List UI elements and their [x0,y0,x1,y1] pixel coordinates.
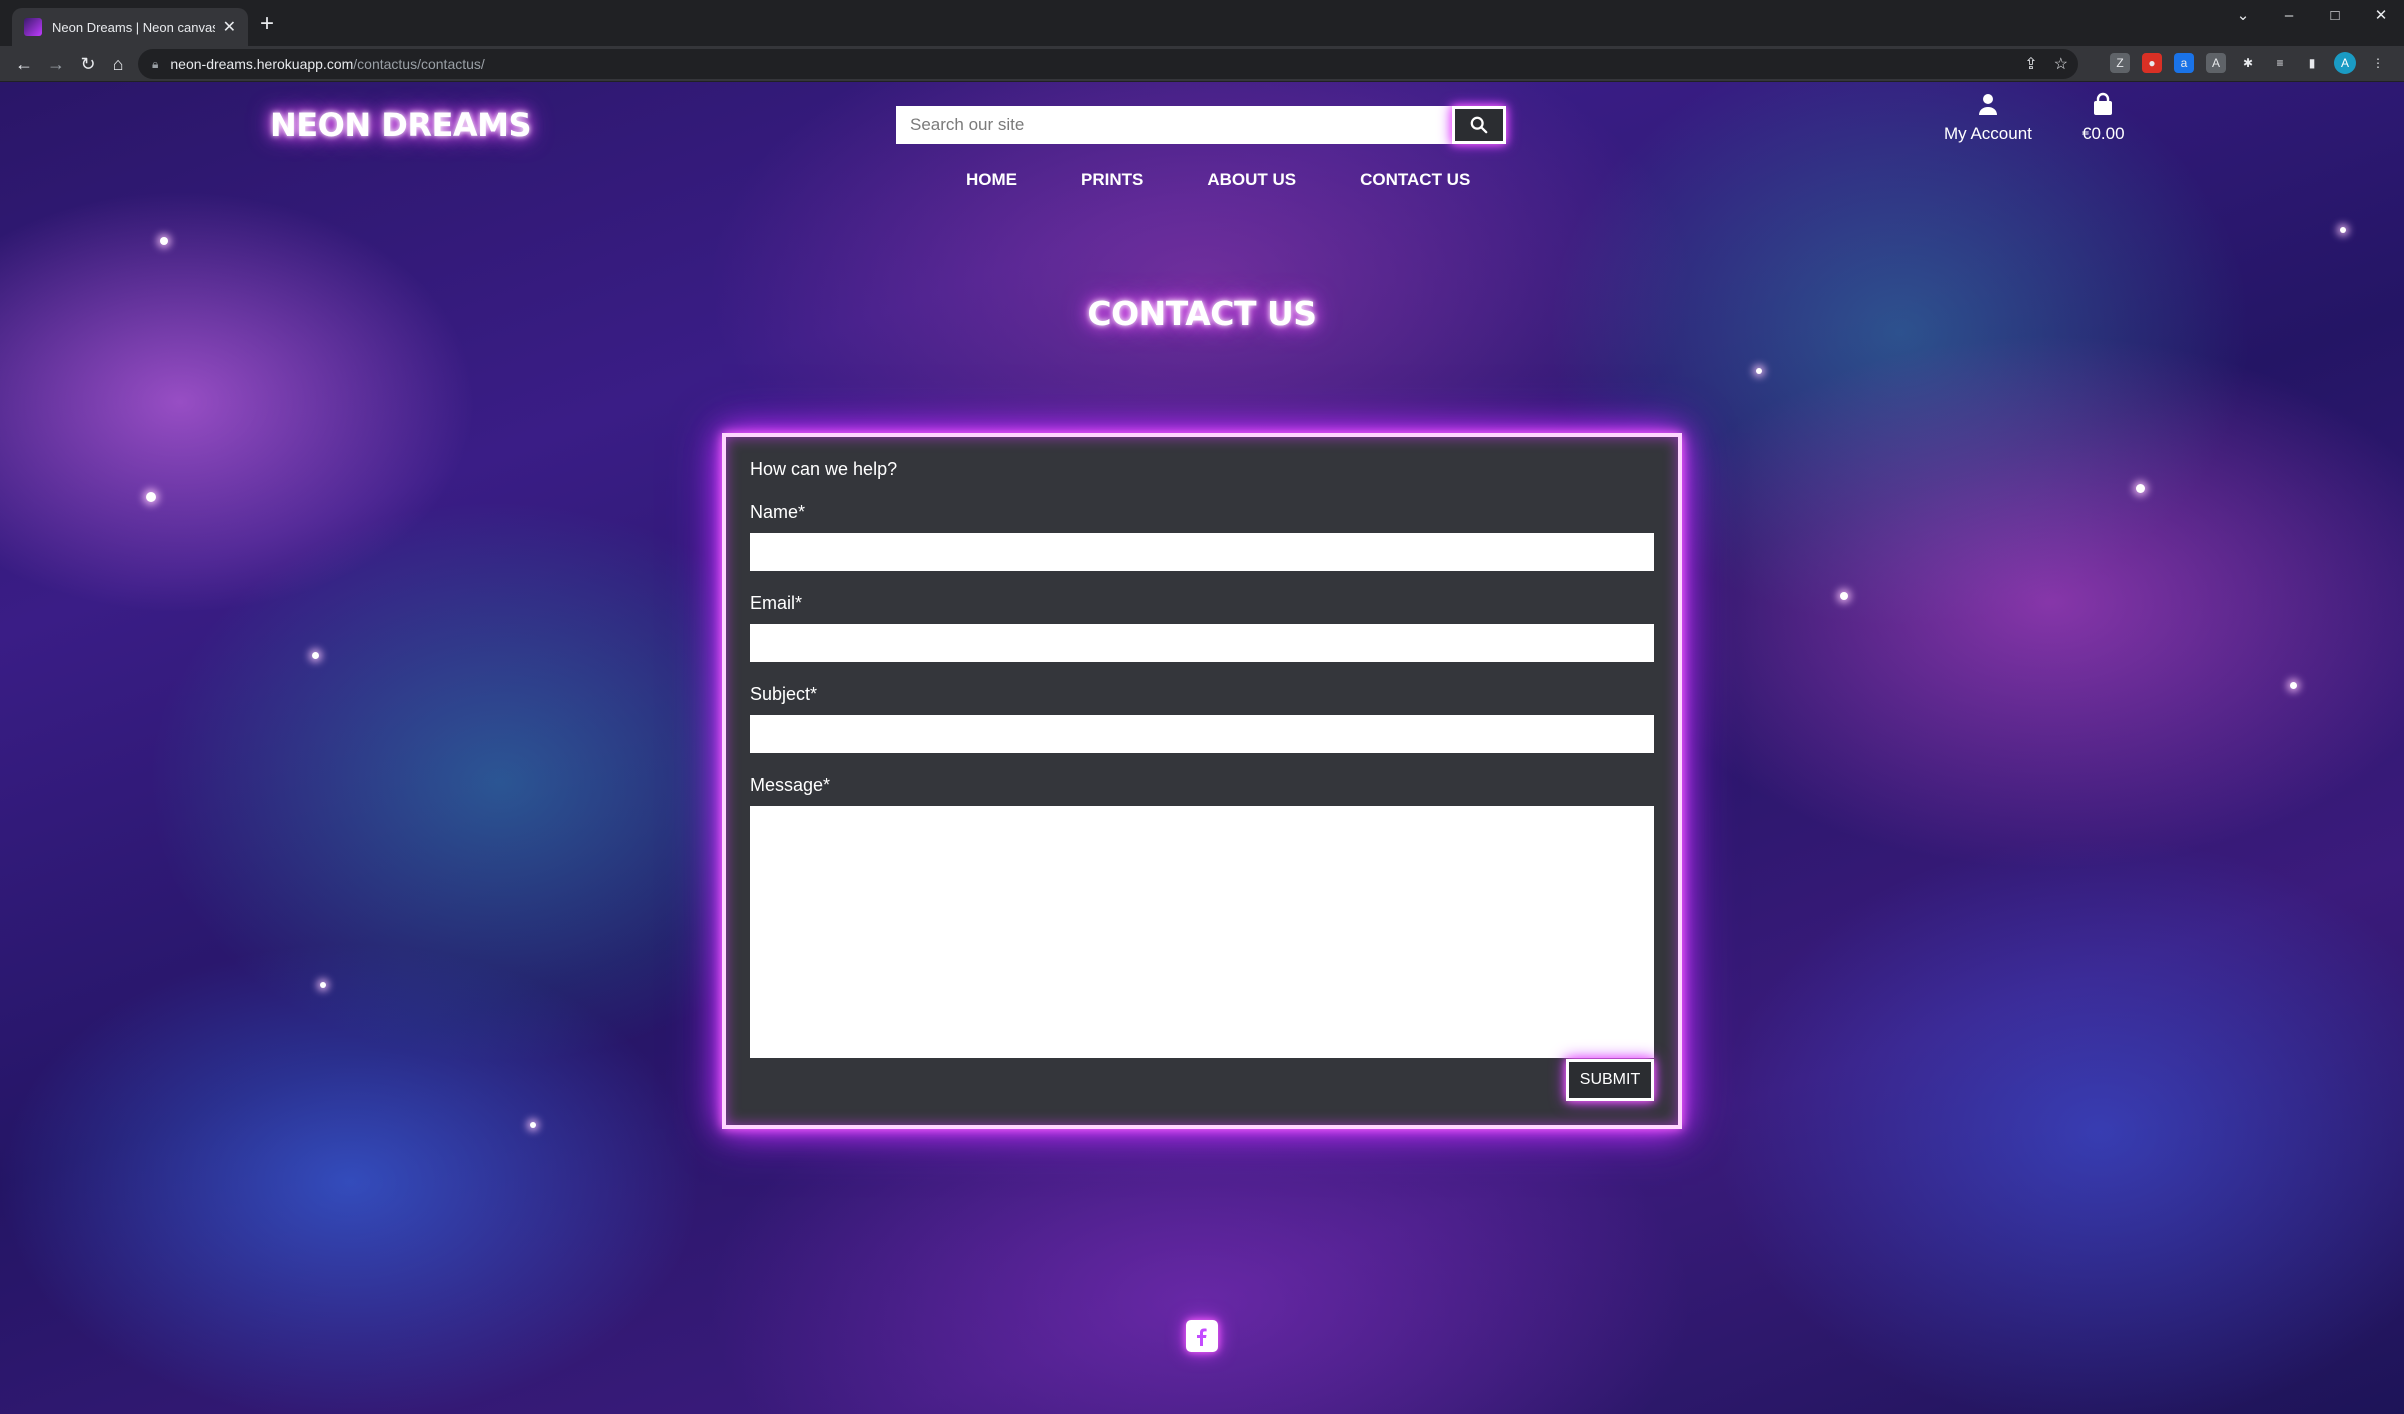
site-favicon-icon [24,18,42,36]
page-viewport: NEON DREAMS My Account €0.00 HOME PRINTS… [0,82,2404,1414]
email-field[interactable] [750,624,1654,662]
browser-toolbar: ← → ↻ ⌂ 🔒︎ neon-dreams.herokuapp.com /co… [0,46,2404,82]
extension-grey-icon[interactable]: A [2206,53,2226,73]
tab-title: Neon Dreams | Neon canvas prin [52,19,215,35]
lock-icon[interactable]: 🔒︎ [152,57,158,72]
extensions-bar: Z ● a A ✱ ≡ ▮ A ⋮ [2110,52,2388,74]
reload-icon[interactable]: ↻ [74,50,102,78]
site-search [896,106,1506,144]
message-field[interactable] [750,806,1654,1058]
star-decoration [1840,592,1848,600]
star-decoration [160,237,168,245]
bookmark-star-icon[interactable]: ☆ [2054,54,2068,74]
user-icon [1978,94,1997,115]
facebook-link[interactable] [1186,1320,1218,1352]
star-decoration [2340,227,2346,233]
minimize-icon[interactable]: – [2266,0,2312,30]
close-window-icon[interactable]: ✕ [2358,0,2404,30]
url-path: /contactus/contactus/ [353,56,485,72]
shopping-bag-link[interactable]: €0.00 [2082,92,2125,144]
message-label: Message* [750,775,831,795]
page-title: CONTACT US [1087,294,1317,333]
facebook-icon [1197,1328,1207,1346]
nav-about-us[interactable]: ABOUT US [1207,170,1296,190]
search-button[interactable] [1452,106,1506,144]
profile-avatar[interactable]: A [2334,52,2356,74]
new-tab-icon[interactable]: + [260,12,274,36]
contact-form: How can we help? Name* Email* Subject* M… [722,433,1682,1129]
back-icon[interactable]: ← [10,50,38,78]
star-decoration [2290,682,2297,689]
email-label: Email* [750,593,803,613]
bag-total: €0.00 [2082,124,2125,143]
star-decoration [320,982,326,988]
nav-home[interactable]: HOME [966,170,1017,190]
close-tab-icon[interactable]: ✕ [223,17,236,37]
star-decoration [146,492,156,502]
star-decoration [1756,368,1762,374]
star-decoration [2136,484,2145,493]
reading-list-icon[interactable]: ≡ [2270,53,2290,73]
star-decoration [530,1122,536,1128]
name-field[interactable] [750,533,1654,571]
extension-z-icon[interactable]: Z [2110,53,2130,73]
shopping-bag-icon [2094,92,2113,115]
star-decoration [312,652,319,659]
site-logo[interactable]: NEON DREAMS [270,106,531,144]
nav-prints[interactable]: PRINTS [1081,170,1143,190]
my-account-link[interactable]: My Account [1944,92,2032,144]
main-navigation: HOME PRINTS ABOUT US CONTACT US [966,170,1470,190]
nav-contact-us[interactable]: CONTACT US [1360,170,1470,190]
window-controls: ⌄ – □ ✕ [2220,0,2404,30]
submit-button[interactable]: SUBMIT [1566,1059,1654,1101]
browser-tab[interactable]: Neon Dreams | Neon canvas prin ✕ [12,8,248,46]
search-icon [1470,116,1488,134]
forward-icon[interactable]: → [42,50,70,78]
home-icon[interactable]: ⌂ [104,50,132,78]
menu-kebab-icon[interactable]: ⋮ [2368,53,2388,73]
maximize-icon[interactable]: □ [2312,0,2358,30]
extension-red-icon[interactable]: ● [2142,53,2162,73]
subject-field[interactable] [750,715,1654,753]
address-bar[interactable]: 🔒︎ neon-dreams.herokuapp.com /contactus/… [138,49,2078,79]
extensions-puzzle-icon[interactable]: ✱ [2238,53,2258,73]
url-host: neon-dreams.herokuapp.com [170,56,354,72]
share-icon[interactable]: ⇪ [2024,54,2037,74]
my-account-label: My Account [1944,124,2032,143]
browser-tabstrip: Neon Dreams | Neon canvas prin ✕ + ⌄ – □… [0,0,2404,46]
form-intro: How can we help? [750,459,898,479]
extension-blue-icon[interactable]: a [2174,53,2194,73]
search-input[interactable] [896,106,1452,144]
tab-search-icon[interactable]: ⌄ [2220,0,2266,30]
side-panel-icon[interactable]: ▮ [2302,53,2322,73]
name-label: Name* [750,502,806,522]
subject-label: Subject* [750,684,818,704]
